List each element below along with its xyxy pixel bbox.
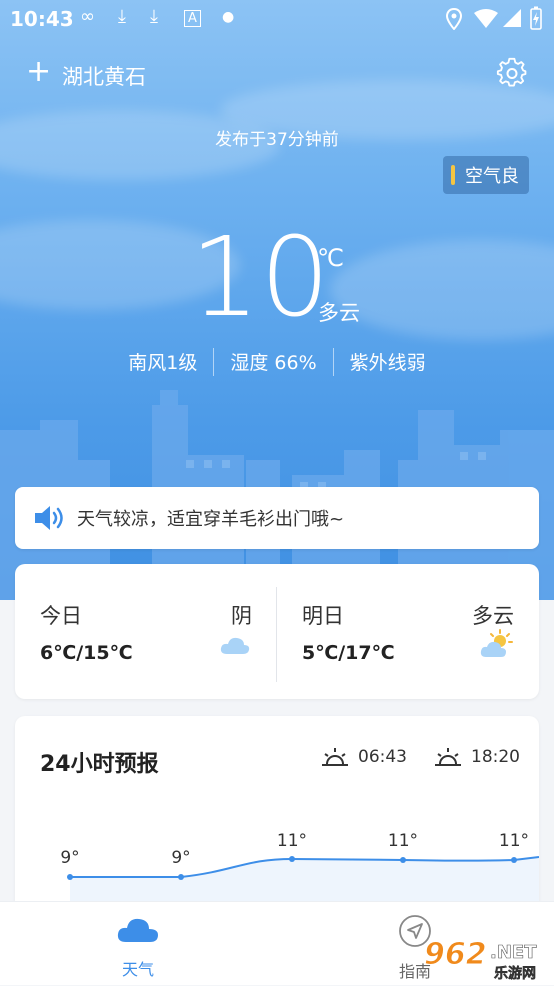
nav-weather[interactable]: 天气 [68, 902, 208, 980]
hourly-temp-label: 11° [388, 831, 418, 851]
sunrise: 06:43 [320, 746, 407, 768]
day-today[interactable]: 今日 阴 6℃/15℃ [15, 564, 277, 699]
settings-gear-icon[interactable] [496, 57, 528, 89]
cloud-icon [220, 637, 250, 654]
published-time: 发布于37分钟前 [215, 130, 339, 150]
hourly-point [67, 874, 73, 880]
sunset: 18:20 [433, 746, 520, 768]
current-condition: 多云 [318, 301, 360, 325]
dot-icon: ● [222, 9, 235, 25]
humidity-text: 湿度 66% [230, 352, 317, 374]
hourly-forecast-card: 24小时预报 06:43 18:20 9° 9° 11° 11° 11° [15, 716, 539, 916]
tip-text: 天气较凉，适宜穿羊毛衫出门哦~ [77, 509, 345, 530]
site-watermark-logo: 962 .NET 乐游网 [402, 932, 550, 983]
voicemail-icon: ∞ [80, 6, 95, 27]
temperature-unit: ℃ [317, 244, 344, 272]
day-condition: 阴 [231, 604, 252, 628]
download-icon: ⤓ [150, 6, 158, 27]
uv-text: 紫外线弱 [349, 352, 426, 374]
weather-details: 南风1级 湿度 66% 紫外线弱 [0, 348, 554, 376]
hourly-temp-label: 11° [277, 831, 307, 851]
svg-text:962: 962 [424, 937, 487, 972]
status-time: 10:43 [10, 7, 74, 31]
battery-icon [530, 6, 542, 30]
sunrise-time: 06:43 [358, 747, 407, 767]
location-icon [445, 8, 463, 30]
day-name: 今日 [40, 604, 82, 628]
svg-text:.NET: .NET [490, 942, 537, 963]
partly-cloudy-icon [480, 629, 513, 657]
current-temperature: 10 [190, 213, 330, 341]
hourly-point [400, 857, 406, 863]
top-bar: + 湖北黄石 [0, 54, 554, 96]
svg-text:乐游网: 乐游网 [494, 965, 536, 982]
day-condition: 多云 [472, 604, 514, 628]
hourly-point [289, 856, 295, 862]
hourly-point [511, 857, 517, 863]
hourly-title: 24小时预报 [40, 752, 159, 777]
hourly-temp-label: 9° [171, 848, 190, 868]
wifi-icon [474, 9, 498, 28]
download-icon: ⤓ [118, 6, 126, 27]
day-temps: 5℃/17℃ [302, 642, 395, 664]
day-temps: 6℃/15℃ [40, 642, 133, 664]
sunrise-icon [322, 748, 348, 766]
air-quality-badge[interactable]: 空气良 [443, 156, 529, 194]
hourly-point [178, 874, 184, 880]
hourly-temp-label: 11° [499, 831, 529, 851]
sunset-icon [435, 748, 461, 766]
daily-forecast-card: 今日 阴 6℃/15℃ 明日 多云 5℃/17℃ [15, 564, 539, 699]
city-name[interactable]: 湖北黄石 [62, 61, 146, 91]
day-tomorrow[interactable]: 明日 多云 5℃/17℃ [277, 564, 539, 699]
cloud-icon [117, 918, 158, 942]
signal-icon [503, 9, 521, 27]
wind-text: 南风1级 [128, 352, 198, 374]
speaker-icon[interactable] [33, 503, 67, 533]
air-quality-label: 空气良 [465, 166, 519, 187]
aq-level-bar [451, 165, 455, 185]
weather-tip-card[interactable]: 天气较凉，适宜穿羊毛衫出门哦~ [15, 487, 539, 549]
status-bar: 10:43 ∞ ⤓ ⤓ A ● [0, 0, 554, 38]
app-a-icon: A [184, 10, 201, 27]
hourly-temp-label: 9° [60, 848, 79, 868]
add-city-button[interactable]: + [26, 57, 51, 87]
day-name: 明日 [302, 604, 344, 628]
cloud-streak [330, 240, 554, 340]
sunset-time: 18:20 [471, 747, 520, 767]
nav-weather-label: 天气 [121, 960, 154, 979]
